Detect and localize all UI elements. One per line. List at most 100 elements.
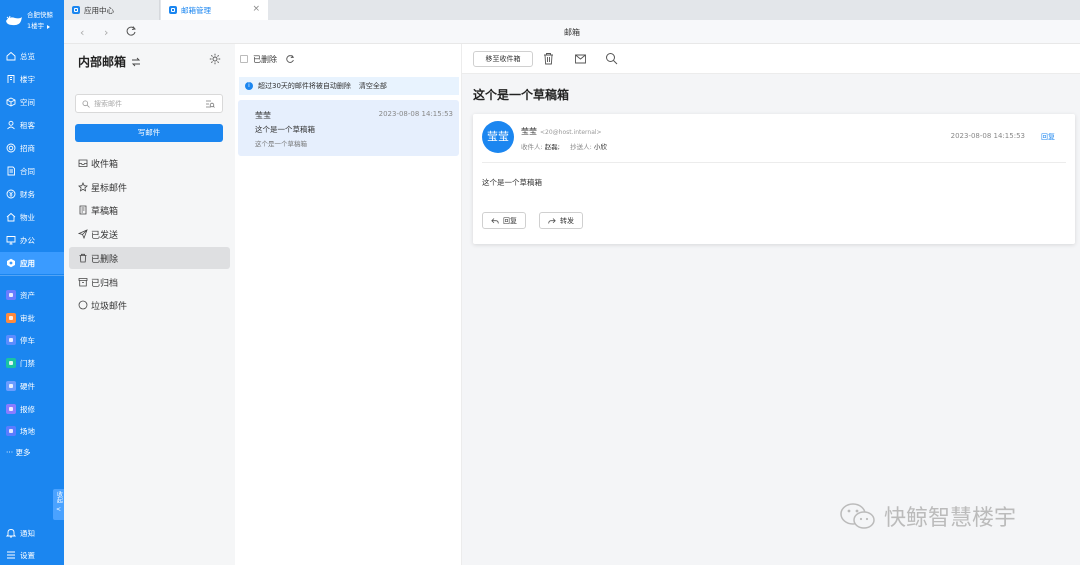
mail-list-item[interactable]: 莹莹 2023-08-08 14:15:53 这个是一个草稿箱 这个是一个草稿箱 xyxy=(238,100,459,156)
tab-bar: 应用中心 邮箱管理 × xyxy=(64,0,1080,20)
watermark-text: 快鲸智慧楼宇 xyxy=(884,506,1017,531)
sidebar-item-label: 办公 xyxy=(20,235,35,245)
folder-item-label: 收件箱 xyxy=(91,159,119,170)
app-icon xyxy=(6,313,16,323)
sidebar-item[interactable]: 财务 xyxy=(0,183,64,205)
app-item[interactable]: 报修 xyxy=(0,399,64,419)
wechat-watermark: 快鲸智慧楼宇 xyxy=(838,500,1016,532)
monitor-icon xyxy=(6,236,16,245)
folder-item[interactable]: 收件箱 xyxy=(69,152,230,174)
notify-label: 通知 xyxy=(20,528,35,538)
whale-logo-icon xyxy=(6,15,22,26)
home-icon xyxy=(6,51,16,61)
mail-list-panel: 已删除 i 超过30天的邮件将被自动删除 清空全部 莹莹 2023-08-08 … xyxy=(235,44,462,565)
mailbox-header[interactable]: 内部邮箱 xyxy=(78,53,141,70)
folder-item[interactable]: 草稿箱 xyxy=(69,199,230,221)
gear-icon[interactable] xyxy=(209,53,221,65)
mail-sender: 莹莹 xyxy=(255,111,271,120)
clear-all-link[interactable]: 清空全部 xyxy=(359,81,387,91)
app-item-label: 停车 xyxy=(20,335,35,345)
cube-icon xyxy=(6,97,16,107)
app-item-label: 场地 xyxy=(20,426,35,436)
tab-app-center[interactable]: 应用中心 xyxy=(64,0,160,20)
app-item[interactable]: 门禁 xyxy=(0,353,64,373)
forward-button[interactable]: 转发 xyxy=(539,212,583,229)
sidebar-item-label: 招商 xyxy=(20,143,35,153)
refresh-icon[interactable] xyxy=(285,54,295,64)
bell-icon xyxy=(6,529,16,538)
draft-icon xyxy=(79,205,87,215)
app-item[interactable]: 硬件 xyxy=(0,376,64,396)
app-icon xyxy=(6,358,16,368)
folder-item[interactable]: 已归档 xyxy=(69,271,230,293)
sidebar-item[interactable]: 应用 xyxy=(0,252,64,274)
folder-item[interactable]: 已删除 xyxy=(69,247,230,269)
reader-toolbar: 移至收件箱 xyxy=(462,44,1080,74)
sidebar-item[interactable]: 合同 xyxy=(0,160,64,182)
reply-link[interactable]: 回复 xyxy=(1041,132,1055,142)
auto-delete-notice: i 超过30天的邮件将被自动删除 清空全部 xyxy=(239,77,459,95)
folder-item[interactable]: 已发送 xyxy=(69,223,230,245)
folder-panel: 内部邮箱 写邮件 收件箱星标邮件草稿箱已发送已删除已归档垃圾邮件 xyxy=(64,44,235,565)
reply-button-label: 回复 xyxy=(503,216,517,225)
app-item[interactable]: 场地 xyxy=(0,421,64,441)
sidebar-item[interactable]: 楼宇 xyxy=(0,68,64,90)
recipient-line: 收件人: 赵磊; 抄送人: 小欣 xyxy=(521,141,615,151)
trash-icon[interactable] xyxy=(542,52,555,65)
sidebar-item[interactable]: 空间 xyxy=(0,91,64,113)
cc-label: 抄送人: xyxy=(570,143,592,151)
select-all-checkbox[interactable] xyxy=(240,55,248,63)
collapse-toggle[interactable]: 收起 < xyxy=(53,489,64,520)
sidebar-item-label: 应用 xyxy=(20,258,35,268)
mail-time: 2023-08-08 14:15:53 xyxy=(378,110,453,118)
filter-icon[interactable] xyxy=(205,99,215,109)
sidebar-settings[interactable]: 设置 xyxy=(0,545,64,565)
tab-mail-management[interactable]: 邮箱管理 × xyxy=(161,0,268,20)
sidebar-more[interactable]: ··· 更多 xyxy=(0,442,64,462)
sidebar-item[interactable]: 办公 xyxy=(0,229,64,251)
brand[interactable]: 合肥快鲸 1楼宇 xyxy=(0,0,64,42)
house-icon xyxy=(6,212,16,222)
sidebar-notify[interactable]: 通知 xyxy=(0,523,64,543)
caret-right-icon xyxy=(47,24,51,29)
mark-read-icon[interactable] xyxy=(574,52,587,65)
sidebar-item-label: 总览 xyxy=(20,51,35,61)
info-icon: i xyxy=(245,82,253,90)
folder-item[interactable]: 垃圾邮件 xyxy=(69,294,230,316)
folder-label: 已删除 xyxy=(253,54,277,64)
app-icon xyxy=(7,258,15,268)
app-item-label: 门禁 xyxy=(20,358,35,368)
mail-body: 这个是一个草稿箱 xyxy=(482,178,542,187)
more-label: ··· 更多 xyxy=(6,447,31,457)
address-bar: ‹ › 邮箱 xyxy=(64,20,1080,44)
close-icon[interactable]: × xyxy=(252,4,260,14)
search-box xyxy=(75,94,223,113)
reply-button[interactable]: 回复 xyxy=(482,212,526,229)
switch-icon[interactable] xyxy=(131,57,141,67)
app-item[interactable]: 停车 xyxy=(0,330,64,350)
forward-button-label: 转发 xyxy=(560,216,574,225)
search-icon[interactable] xyxy=(605,52,618,65)
mail-detail-card: 莹莹 莹莹 <20@host.internal> 收件人: 赵磊; 抄送人: 小欣… xyxy=(473,114,1075,244)
compose-button[interactable]: 写邮件 xyxy=(75,124,223,142)
app-item[interactable]: 资产 xyxy=(0,285,64,305)
star-icon xyxy=(78,182,88,192)
move-to-inbox-button[interactable]: 移至收件箱 xyxy=(473,51,533,67)
search-input[interactable] xyxy=(94,99,194,108)
menu-icon xyxy=(7,551,15,559)
sidebar-item[interactable]: 招商 xyxy=(0,137,64,159)
folder-item-label: 星标邮件 xyxy=(91,183,128,194)
sidebar-item-label: 财务 xyxy=(20,189,35,199)
app-icon xyxy=(6,426,16,436)
mailbox-title: 内部邮箱 xyxy=(78,55,127,69)
app-item-label: 审批 xyxy=(20,313,35,323)
app-item[interactable]: 审批 xyxy=(0,308,64,328)
mail-management-icon xyxy=(169,6,177,14)
folder-item[interactable]: 星标邮件 xyxy=(69,176,230,198)
sidebar-item[interactable]: 物业 xyxy=(0,206,64,228)
mail-list-toolbar: 已删除 xyxy=(235,44,462,74)
collapse-label: 收起 xyxy=(55,491,63,503)
sidebar-item[interactable]: 租客 xyxy=(0,114,64,136)
brand-line1: 合肥快鲸 xyxy=(27,11,53,19)
sidebar-item[interactable]: 总览 xyxy=(0,45,64,67)
